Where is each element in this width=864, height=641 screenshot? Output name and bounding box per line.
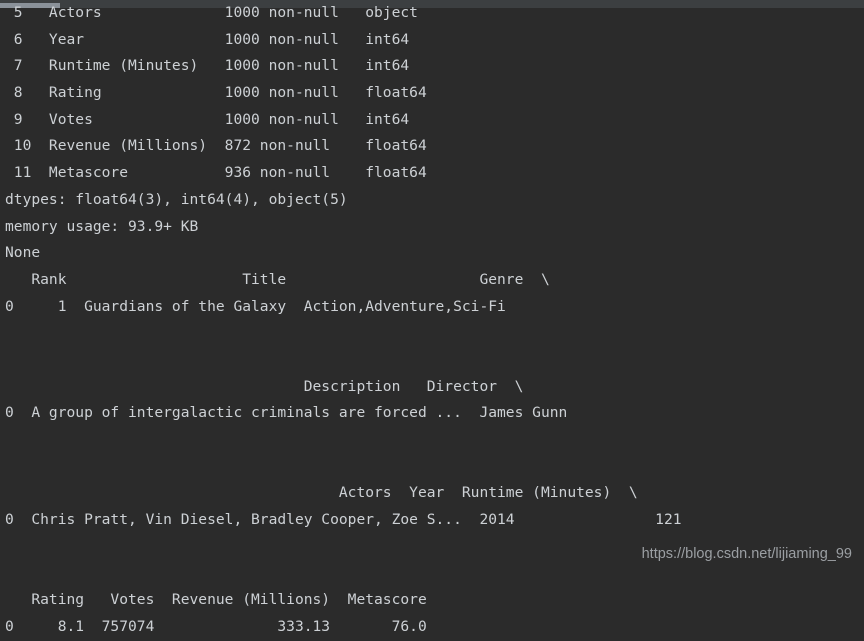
console-line: 11 Metascore 936 non-null float64: [5, 164, 427, 182]
console-output-text: 5 Actors 1000 non-null object 6 Year 100…: [0, 0, 864, 635]
console-line: memory usage: 93.9+ KB: [5, 217, 199, 235]
console-line: None: [5, 244, 41, 262]
console-line: 0 8.1 757074 333.13 76.0: [5, 617, 427, 635]
console-line: 7 Runtime (Minutes) 1000 non-null int64: [5, 57, 410, 75]
console-window: 5 Actors 1000 non-null object 6 Year 100…: [0, 0, 864, 635]
console-line: dtypes: float64(3), int64(4), object(5): [5, 190, 348, 208]
console-line: 5 Actors 1000 non-null object: [5, 4, 418, 21]
console-line: Description Director \: [5, 377, 524, 395]
console-line: 8 Rating 1000 non-null float64: [5, 84, 427, 102]
console-line: 10 Revenue (Millions) 872 non-null float…: [5, 137, 427, 155]
console-line: Rating Votes Revenue (Millions) Metascor…: [5, 591, 427, 609]
console-line: 6 Year 1000 non-null int64: [5, 30, 410, 48]
console-line: 0 A group of intergalactic criminals are…: [5, 404, 568, 422]
console-line: 0 1 Guardians of the Galaxy Action,Adven…: [5, 297, 506, 315]
console-line: 0 Chris Pratt, Vin Diesel, Bradley Coope…: [5, 511, 682, 529]
console-line: Rank Title Genre \: [5, 270, 550, 288]
console-line: Actors Year Runtime (Minutes) \: [5, 484, 638, 502]
console-line: 9 Votes 1000 non-null int64: [5, 110, 410, 128]
